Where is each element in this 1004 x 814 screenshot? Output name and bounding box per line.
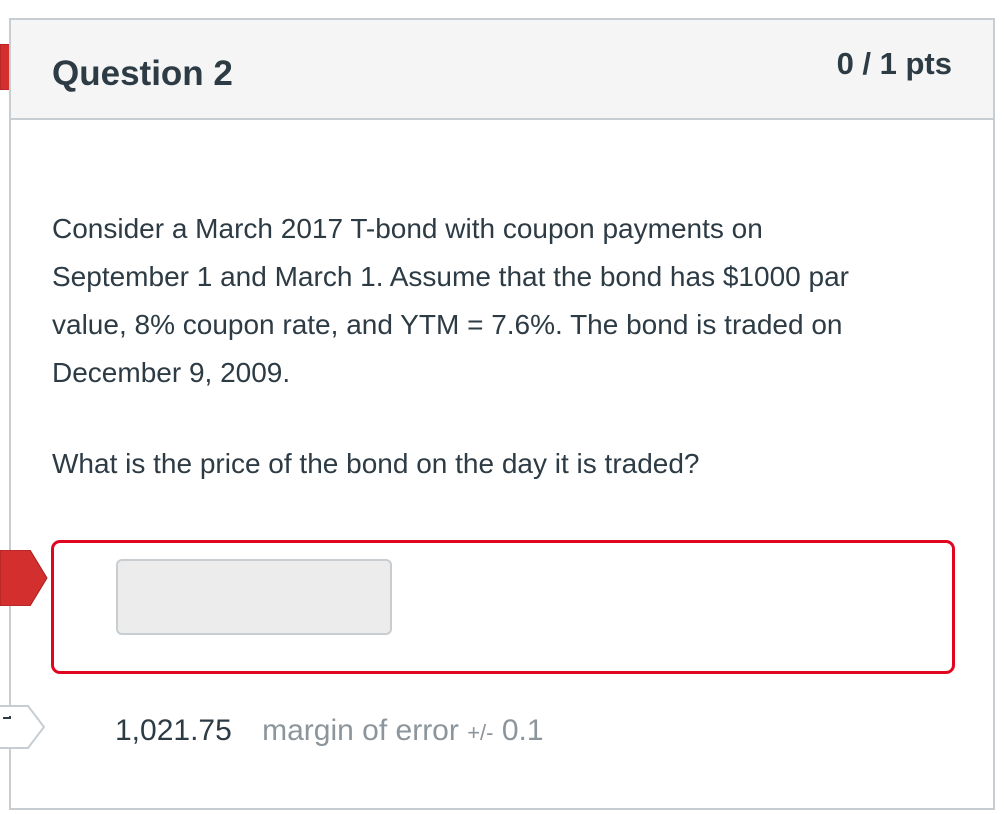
correct-answer-value: 1,021.75 xyxy=(115,714,232,747)
question-title: Question 2 xyxy=(52,54,233,93)
correct-answer-row: 1,021.75 margin of error +/- 0.1 xyxy=(115,714,544,748)
question-text: Consider a March 2017 T-bond with coupon… xyxy=(52,205,952,397)
question-points: 0 / 1 pts xyxy=(836,46,952,81)
margin-of-error-label: margin of error xyxy=(262,714,459,747)
question-header: Question 2 0 / 1 pts xyxy=(11,20,993,120)
margin-of-error-value: 0.1 xyxy=(501,714,544,747)
question-card: Question 2 0 / 1 pts Consider a March 20… xyxy=(9,18,995,810)
answer-box xyxy=(51,540,955,674)
incorrect-answer-flag-icon xyxy=(0,550,48,606)
question-text-line: value, 8% coupon rate, and YTM = 7.6%. T… xyxy=(52,309,843,340)
question-text-line: December 9, 2009. xyxy=(52,357,291,388)
answer-input[interactable] xyxy=(116,559,392,635)
question-prompt: What is the price of the bond on the day… xyxy=(52,448,700,479)
question-text-line: Consider a March 2017 T-bond with coupon… xyxy=(52,213,763,244)
margin-of-error-sign: +/- xyxy=(467,720,494,745)
correct-answer-flag-icon xyxy=(0,705,46,749)
question-text-line: September 1 and March 1. Assume that the… xyxy=(52,261,849,292)
